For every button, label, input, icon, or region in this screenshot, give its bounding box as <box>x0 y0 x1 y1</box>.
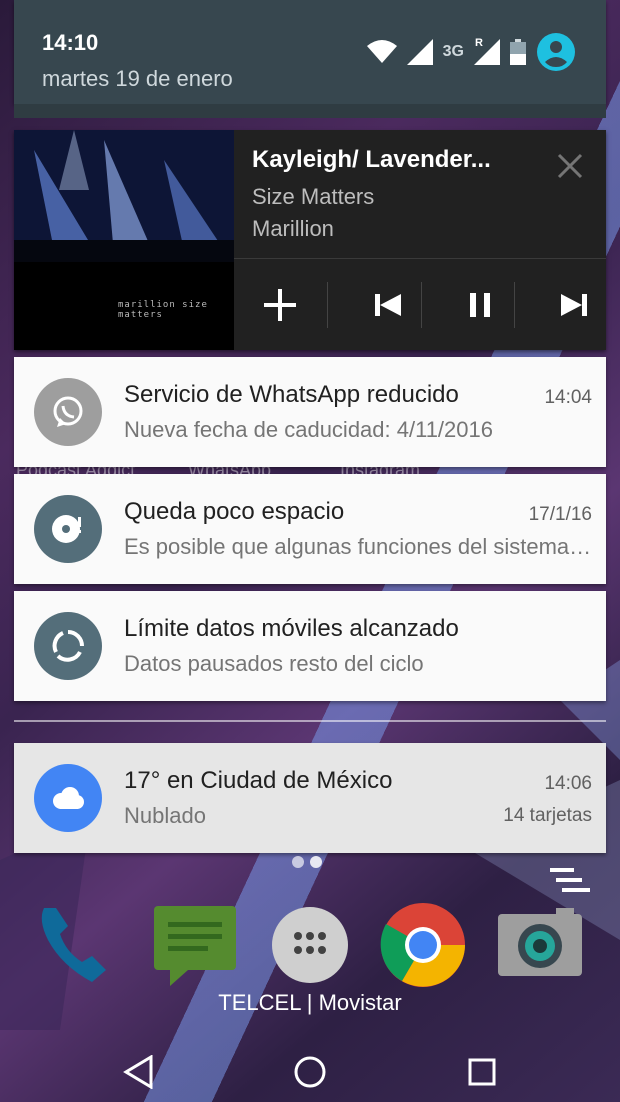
notification-text: Nueva fecha de caducidad: 4/11/2016 <box>124 417 493 442</box>
back-button[interactable] <box>108 1042 168 1102</box>
control-separator <box>514 282 515 328</box>
home-icon <box>294 1056 326 1088</box>
notification-title: Límite datos móviles alcanzado <box>124 615 459 642</box>
media-controls <box>234 260 606 350</box>
album-art: marillion size matters <box>14 130 234 350</box>
skip-previous-button[interactable] <box>358 275 418 335</box>
phone-icon[interactable] <box>32 900 122 990</box>
control-separator <box>327 282 328 328</box>
dismiss-all-icon[interactable] <box>548 866 592 898</box>
page-dot <box>310 856 322 868</box>
roaming-signal-icon: R <box>474 37 500 65</box>
recents-button[interactable] <box>452 1042 512 1102</box>
skip-next-button[interactable] <box>544 275 604 335</box>
track-title: Kayleigh/ Lavender... <box>252 146 491 173</box>
data-usage-icon <box>34 612 102 680</box>
skip-next-icon <box>561 294 587 316</box>
signal-icon <box>406 39 433 65</box>
home-button[interactable] <box>280 1042 340 1102</box>
notification-card-count: 14 tarjetas <box>503 805 592 826</box>
messaging-icon[interactable] <box>150 900 240 990</box>
app-drawer-icon[interactable] <box>265 900 355 990</box>
pause-button[interactable] <box>451 275 511 335</box>
cloud-icon <box>34 764 102 832</box>
track-artist: Marillion <box>252 216 334 241</box>
page-indicator <box>292 856 322 868</box>
close-icon[interactable] <box>554 150 586 182</box>
page-dot <box>292 856 304 868</box>
whatsapp-icon <box>34 378 102 446</box>
status-bar-header: 14:10 martes 19 de enero 3G R <box>14 0 606 104</box>
header-divider <box>14 104 606 118</box>
roaming-indicator: R <box>475 37 483 49</box>
album-art-caption: marillion size matters <box>118 300 208 320</box>
notification-time: 17/1/16 <box>528 504 592 525</box>
media-notification[interactable]: marillion size matters Kayleigh/ Lavende… <box>14 130 606 350</box>
status-icons: 3G R <box>366 32 576 72</box>
carrier-label: TELCEL | Movistar <box>218 990 402 1015</box>
back-icon <box>123 1055 153 1089</box>
status-date[interactable]: martes 19 de enero <box>42 66 233 92</box>
notification-text: Es posible que algunas funciones del sis… <box>124 534 594 559</box>
status-time: 14:10 <box>42 30 99 55</box>
notification-time: 14:06 <box>544 773 592 794</box>
notification-title: Servicio de WhatsApp reducido <box>124 381 459 408</box>
camera-icon[interactable] <box>496 900 586 990</box>
notification-text: Datos pausados resto del ciclo <box>124 651 424 676</box>
notification-weather[interactable]: 17° en Ciudad de México Nublado 14:06 14… <box>14 743 606 853</box>
notification-title: 17° en Ciudad de México <box>124 767 393 794</box>
pause-icon <box>470 293 490 317</box>
notification-section-divider <box>14 720 606 722</box>
notification-title: Queda poco espacio <box>124 498 345 525</box>
account-icon[interactable] <box>536 32 576 72</box>
control-separator <box>421 282 422 328</box>
skip-previous-icon <box>375 294 401 316</box>
network-type-label: 3G <box>442 43 464 60</box>
recents-icon <box>468 1058 496 1086</box>
navigation-bar <box>0 1030 620 1102</box>
media-divider <box>234 258 606 259</box>
add-button[interactable] <box>250 275 310 335</box>
track-album: Size Matters <box>252 184 375 209</box>
notification-time: 14:04 <box>544 387 592 408</box>
notification-storage[interactable]: Queda poco espacio Es posible que alguna… <box>14 474 606 584</box>
add-icon <box>264 289 296 321</box>
wifi-icon <box>366 40 397 63</box>
battery-icon <box>510 39 526 65</box>
chrome-icon[interactable] <box>378 900 468 990</box>
storage-warning-icon <box>34 495 102 563</box>
notification-data-limit[interactable]: Límite datos móviles alcanzado Datos pau… <box>14 591 606 701</box>
notification-whatsapp[interactable]: Servicio de WhatsApp reducido Nueva fech… <box>14 357 606 467</box>
